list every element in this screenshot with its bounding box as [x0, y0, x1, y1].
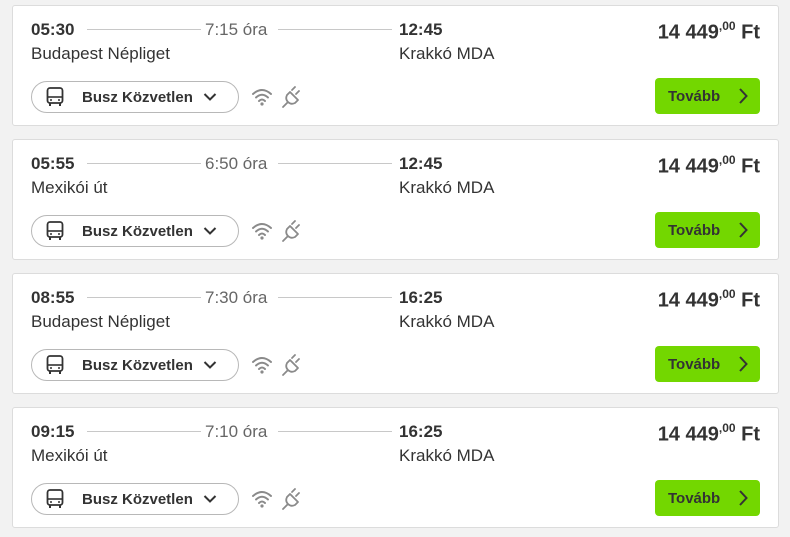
continue-button[interactable]: Tovább: [655, 480, 760, 516]
price-currency: Ft: [741, 289, 760, 312]
power-plug-icon: [282, 354, 300, 376]
route-line: [87, 29, 201, 30]
arrival-station: Krakkó MDA: [399, 446, 495, 465]
departure-station: Mexikói út: [31, 178, 108, 197]
trip-card: 08:55 7:30 óra 16:25 Budapest Népliget K…: [12, 273, 779, 394]
transport-details-dropdown[interactable]: Busz Közvetlen: [31, 81, 239, 113]
route-line: [87, 163, 201, 164]
price-main: 14 449: [657, 423, 719, 446]
price-decimal: ,00: [718, 153, 736, 167]
power-plug-icon: [282, 86, 300, 108]
arrival-time: 12:45: [399, 154, 443, 173]
chevron-right-icon: [739, 222, 748, 238]
chevron-down-icon: [203, 227, 217, 235]
departure-station: Budapest Népliget: [31, 312, 170, 331]
trip-card: 05:55 6:50 óra 12:45 Mexikói út Krakkó M…: [12, 139, 779, 260]
route-line: [87, 297, 201, 298]
departure-time: 09:15: [31, 422, 75, 441]
continue-button[interactable]: Tovább: [655, 346, 760, 382]
trip-duration: 6:50 óra: [205, 154, 268, 173]
wifi-icon: [252, 223, 272, 240]
arrival-station: Krakkó MDA: [399, 44, 495, 63]
bus-icon: [46, 489, 64, 508]
departure-time: 08:55: [31, 288, 75, 307]
route-line: [278, 29, 392, 30]
trip-price: 14 449,00 Ft: [657, 287, 760, 313]
price-main: 14 449: [657, 21, 719, 44]
wifi-icon: [252, 357, 272, 374]
transport-label: Busz Közvetlen: [82, 490, 193, 508]
power-plug-icon: [282, 220, 300, 242]
trip-duration: 7:30 óra: [205, 288, 268, 307]
trip-results-list: 05:30 7:15 óra 12:45 Budapest Népliget K…: [0, 0, 790, 537]
continue-button-label: Tovább: [668, 221, 721, 239]
route-line: [278, 163, 392, 164]
transport-label: Busz Közvetlen: [82, 356, 193, 374]
arrival-time: 16:25: [399, 422, 443, 441]
route-line: [278, 297, 392, 298]
chevron-right-icon: [739, 356, 748, 372]
arrival-station: Krakkó MDA: [399, 312, 495, 331]
trip-duration: 7:15 óra: [205, 20, 268, 39]
route-line: [278, 431, 392, 432]
departure-station: Budapest Népliget: [31, 44, 170, 63]
transport-details-dropdown[interactable]: Busz Közvetlen: [31, 349, 239, 381]
trip-duration: 7:10 óra: [205, 422, 268, 441]
route-line: [87, 431, 201, 432]
arrival-time: 12:45: [399, 20, 443, 39]
trip-price: 14 449,00 Ft: [657, 19, 760, 45]
price-decimal: ,00: [718, 421, 736, 435]
transport-details-dropdown[interactable]: Busz Közvetlen: [31, 483, 239, 515]
transport-label: Busz Közvetlen: [82, 88, 193, 106]
bus-icon: [46, 355, 64, 374]
continue-button-label: Tovább: [668, 489, 721, 507]
chevron-right-icon: [739, 88, 748, 104]
departure-time: 05:30: [31, 20, 75, 39]
transport-details-dropdown[interactable]: Busz Közvetlen: [31, 215, 239, 247]
continue-button-label: Tovább: [668, 355, 721, 373]
wifi-icon: [252, 491, 272, 508]
continue-button[interactable]: Tovább: [655, 212, 760, 248]
price-main: 14 449: [657, 155, 719, 178]
chevron-down-icon: [203, 93, 217, 101]
price-main: 14 449: [657, 289, 719, 312]
wifi-icon: [252, 89, 272, 106]
arrival-time: 16:25: [399, 288, 443, 307]
chevron-down-icon: [203, 361, 217, 369]
transport-label: Busz Közvetlen: [82, 222, 193, 240]
trip-card: 09:15 7:10 óra 16:25 Mexikói út Krakkó M…: [12, 407, 779, 528]
chevron-down-icon: [203, 495, 217, 503]
chevron-right-icon: [739, 490, 748, 506]
trip-price: 14 449,00 Ft: [657, 421, 760, 447]
price-currency: Ft: [741, 155, 760, 178]
power-plug-icon: [282, 488, 300, 510]
price-currency: Ft: [741, 21, 760, 44]
continue-button-label: Tovább: [668, 87, 721, 105]
trip-card: 05:30 7:15 óra 12:45 Budapest Népliget K…: [12, 5, 779, 126]
bus-icon: [46, 221, 64, 240]
price-currency: Ft: [741, 423, 760, 446]
price-decimal: ,00: [718, 19, 736, 33]
departure-station: Mexikói út: [31, 446, 108, 465]
bus-icon: [46, 87, 64, 106]
trip-price: 14 449,00 Ft: [657, 153, 760, 179]
departure-time: 05:55: [31, 154, 75, 173]
price-decimal: ,00: [718, 287, 736, 301]
arrival-station: Krakkó MDA: [399, 178, 495, 197]
continue-button[interactable]: Tovább: [655, 78, 760, 114]
